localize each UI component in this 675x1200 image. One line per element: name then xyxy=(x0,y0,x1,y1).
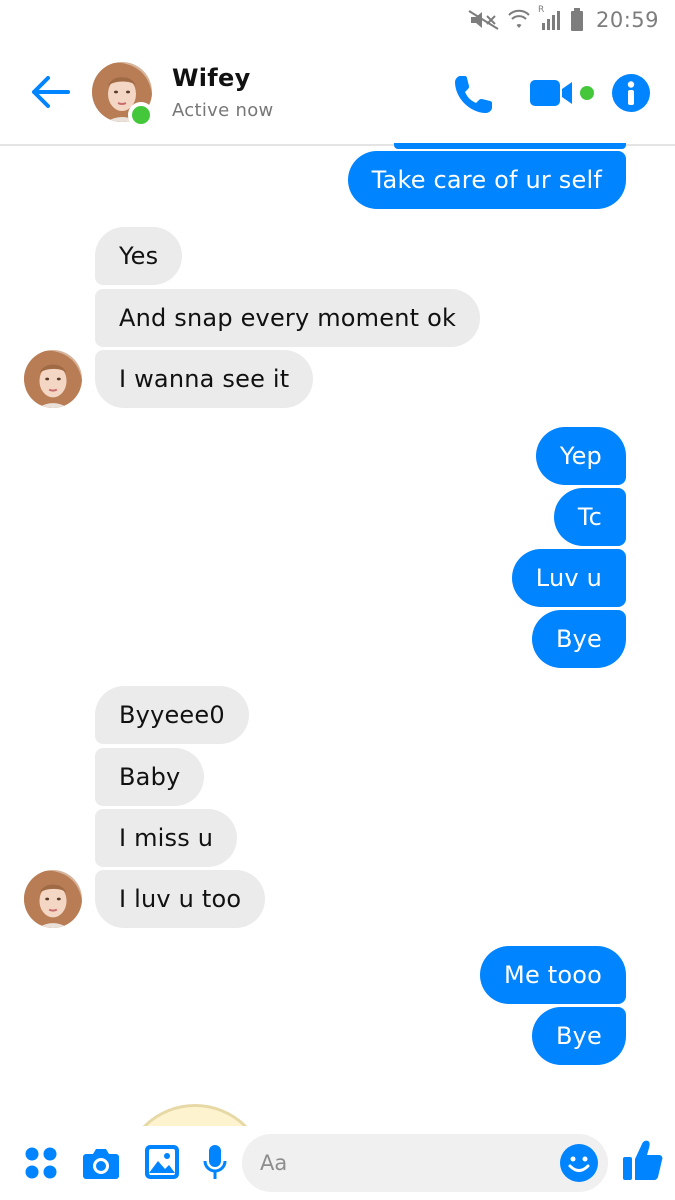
battery-icon xyxy=(570,8,584,32)
thumbs-up-icon xyxy=(623,1140,663,1180)
composer-bar xyxy=(0,1126,675,1200)
info-icon xyxy=(627,81,635,105)
like-button[interactable] xyxy=(622,1138,664,1182)
sender-avatar[interactable] xyxy=(24,350,82,408)
emoji-button[interactable] xyxy=(560,1144,598,1182)
message-bubble-outgoing[interactable]: Bye xyxy=(531,1007,626,1065)
message-input[interactable] xyxy=(260,1134,550,1192)
chat-header: Wifey Active now xyxy=(0,40,675,146)
video-active-dot xyxy=(580,86,594,100)
message-bubble-outgoing[interactable]: Luv u xyxy=(511,549,626,607)
camera-button[interactable] xyxy=(82,1146,120,1184)
message-bubble-outgoing[interactable]: Yep xyxy=(535,427,626,485)
video-camera-icon xyxy=(530,80,572,106)
message-bubble-incoming[interactable]: Baby xyxy=(95,748,205,806)
message-bubble-incoming[interactable]: I miss u xyxy=(95,809,238,867)
contact-name[interactable]: Wifey xyxy=(172,64,251,92)
avatar-photo xyxy=(24,870,82,928)
status-time: 20:59 xyxy=(595,8,659,32)
mute-icon xyxy=(468,9,500,31)
message-bubble-incoming[interactable]: I wanna see it xyxy=(95,350,314,408)
microphone-button[interactable] xyxy=(202,1144,228,1186)
apps-button[interactable] xyxy=(24,1146,58,1184)
video-call-button[interactable] xyxy=(528,76,576,110)
avatar-photo xyxy=(24,350,82,408)
back-arrow-icon xyxy=(32,76,70,108)
signal-icon: R xyxy=(538,5,562,31)
wifi-icon xyxy=(508,9,530,31)
message-bubble-outgoing[interactable]: Take care of ur self xyxy=(347,151,626,209)
message-bubble-incoming[interactable]: I luv u too xyxy=(95,870,266,928)
status-bar: R 20:59 xyxy=(0,0,675,40)
microphone-icon xyxy=(203,1145,227,1179)
message-bubble-outgoing[interactable]: Tc xyxy=(553,488,626,546)
camera-icon xyxy=(83,1149,119,1179)
message-bubble-incoming[interactable]: Yes xyxy=(95,227,183,285)
contact-active-status: Active now xyxy=(172,100,274,121)
message-bubble-incoming[interactable]: Byyeee0 xyxy=(95,686,249,744)
active-status-dot xyxy=(128,102,154,128)
message-bubble-outgoing[interactable]: Bye xyxy=(531,610,626,668)
sender-avatar[interactable] xyxy=(24,870,82,928)
message-bubble-incoming[interactable]: And snap every moment ok xyxy=(95,289,481,347)
gallery-icon xyxy=(145,1145,179,1179)
message-input-container xyxy=(242,1134,608,1192)
phone-icon xyxy=(455,76,492,113)
clipped-message-edge xyxy=(394,143,626,149)
voice-call-button[interactable] xyxy=(452,72,496,116)
apps-grid-icon xyxy=(25,1147,57,1179)
info-button[interactable] xyxy=(612,74,650,112)
emoji-icon xyxy=(568,1156,590,1172)
message-bubble-outgoing[interactable]: Me tooo xyxy=(480,946,626,1004)
gallery-button[interactable] xyxy=(144,1144,180,1184)
back-button[interactable] xyxy=(28,72,74,112)
